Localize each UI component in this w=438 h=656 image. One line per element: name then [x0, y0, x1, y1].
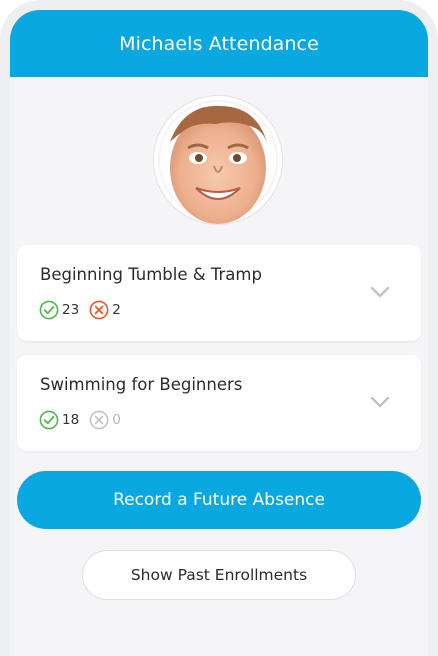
present-count: 23 [62, 302, 80, 318]
enrollment-card[interactable]: Beginning Tumble & Tramp 23 2 [17, 245, 421, 341]
absent-stat: 2 [89, 300, 121, 320]
check-circle-icon [39, 300, 59, 320]
record-future-absence-label: Record a Future Absence [113, 490, 325, 510]
avatar [154, 96, 282, 224]
enrollment-name: Beginning Tumble & Tramp [40, 265, 262, 284]
present-count: 18 [62, 412, 80, 428]
chevron-down-icon[interactable] [369, 395, 391, 409]
absent-count: 0 [112, 412, 121, 428]
show-past-enrollments-button[interactable]: Show Past Enrollments [83, 551, 355, 599]
page-title: Michaels Attendance [119, 32, 319, 55]
x-circle-icon [89, 300, 109, 320]
present-stat: 18 [39, 410, 79, 430]
record-future-absence-button[interactable]: Record a Future Absence [17, 471, 421, 529]
attendance-stats: 18 0 [39, 410, 131, 430]
absent-stat: 0 [89, 410, 121, 430]
check-circle-icon [39, 410, 59, 430]
absent-count: 2 [112, 302, 121, 318]
app-header: Michaels Attendance [10, 10, 428, 77]
x-circle-icon [89, 410, 109, 430]
attendance-stats: 23 2 [39, 300, 131, 320]
enrollment-name: Swimming for Beginners [40, 375, 243, 394]
chevron-down-icon[interactable] [369, 285, 391, 299]
show-past-enrollments-label: Show Past Enrollments [130, 566, 308, 584]
present-stat: 23 [39, 300, 79, 320]
avatar-face-icon [158, 100, 278, 224]
enrollment-card[interactable]: Swimming for Beginners 18 0 [17, 355, 421, 451]
phone-frame: Michaels Attendance Beginning Tumble & T… [0, 0, 438, 656]
